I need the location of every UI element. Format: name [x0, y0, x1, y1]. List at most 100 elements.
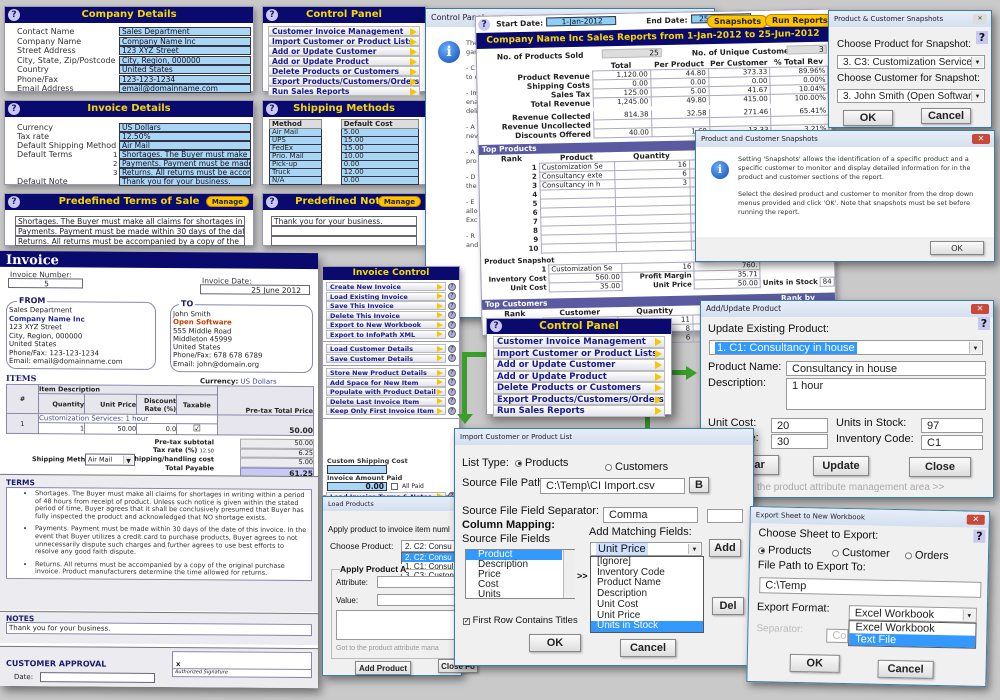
amount-paid-field[interactable]: 0.00: [327, 481, 387, 491]
help-icon[interactable]: ?: [448, 320, 456, 329]
taxable-checkbox[interactable]: ☑: [176, 423, 218, 435]
help-icon[interactable]: ?: [448, 311, 456, 319]
help-icon[interactable]: ?: [448, 368, 456, 377]
value-textarea[interactable]: [336, 610, 460, 640]
field-value[interactable]: Company Name Inc: [119, 36, 251, 46]
control-panel-button[interactable]: Run Sales Reports: [493, 405, 665, 417]
scrollbar[interactable]: [563, 550, 575, 598]
dropdown-option[interactable]: Unit Cost: [591, 599, 703, 611]
export-path-field[interactable]: C:\Temp: [759, 577, 982, 598]
method-cell[interactable]: N/A: [269, 176, 322, 185]
invoice-number-field[interactable]: 5: [8, 277, 83, 289]
close-icon[interactable]: ✕: [971, 304, 989, 314]
ok-button[interactable]: OK: [529, 634, 581, 652]
add-product-button[interactable]: Add Product: [355, 661, 411, 675]
unit-cost-field[interactable]: 20: [771, 418, 828, 433]
default-term-field[interactable]: Returns. All returns must be accompa: [119, 168, 251, 177]
help-icon[interactable]: ?: [448, 282, 456, 291]
update-button[interactable]: Update: [813, 456, 869, 476]
close-icon[interactable]: ✕: [972, 134, 990, 144]
note-item[interactable]: [271, 226, 417, 236]
help-icon[interactable]: ?: [448, 330, 456, 338]
help-icon[interactable]: ?: [266, 103, 278, 115]
currency-field[interactable]: US Dollars: [119, 123, 251, 132]
all-paid-checkbox[interactable]: [391, 482, 398, 490]
customer-radio[interactable]: [831, 549, 840, 557]
tax-rate-field[interactable]: 12.50%: [119, 132, 251, 141]
help-icon[interactable]: ?: [448, 292, 456, 300]
attribute-field[interactable]: [377, 576, 457, 588]
manage-notes-button[interactable]: Manage: [377, 196, 421, 207]
dropdown-option[interactable]: Units in Stock: [591, 621, 703, 632]
control-panel-button[interactable]: Add or Update Customer: [268, 46, 420, 56]
help-icon[interactable]: ?: [8, 9, 20, 21]
default-shipping-field[interactable]: Air Mail: [119, 141, 251, 150]
close-icon[interactable]: ✕: [973, 14, 987, 24]
products-radio[interactable]: [515, 459, 522, 467]
notes-field[interactable]: Thank you for your business.: [6, 621, 312, 637]
help-icon[interactable]: ?: [266, 196, 278, 208]
help-icon[interactable]: ?: [448, 397, 456, 405]
first-row-checkbox[interactable]: ✓: [463, 618, 470, 625]
help-icon[interactable]: ?: [448, 406, 456, 415]
help-icon[interactable]: ?: [976, 31, 988, 44]
invoice-control-button[interactable]: Export to InfoPath XML: [326, 329, 446, 339]
ok-button[interactable]: OK: [930, 241, 984, 255]
source-path-field[interactable]: C:\Temp\CI Import.csv: [540, 478, 685, 494]
approval-date-field[interactable]: [40, 672, 155, 683]
default-term-field[interactable]: Payments. Payment must be made w: [119, 159, 251, 168]
invoice-control-button[interactable]: Export to New Workbook: [326, 320, 446, 329]
help-icon[interactable]: ?: [8, 196, 20, 208]
invoice-control-button[interactable]: Delete Last Invoice Item: [326, 396, 446, 406]
browse-button[interactable]: B: [689, 477, 709, 493]
help-icon[interactable]: ?: [448, 354, 456, 362]
update-existing-select[interactable]: 1. C1: Consultancy in house ▼: [709, 340, 983, 355]
unit-price-field[interactable]: 30: [771, 434, 828, 449]
field-value[interactable]: 123-123-1234: [119, 74, 251, 84]
note-item[interactable]: [271, 236, 417, 246]
run-reports-button[interactable]: Run Reports: [765, 14, 835, 27]
help-icon[interactable]: ?: [978, 317, 990, 330]
field-value[interactable]: Sales Department: [119, 27, 251, 36]
signature-box[interactable]: x Authorized Signature: [172, 651, 312, 679]
cancel-button[interactable]: Cancel: [620, 639, 676, 657]
control-panel-button[interactable]: Add or Update Product: [268, 56, 420, 66]
products-radio[interactable]: [758, 546, 766, 554]
item-qty[interactable]: 1: [38, 422, 85, 434]
invoice-control-button[interactable]: Create New Invoice: [326, 282, 446, 291]
attribute-management-link[interactable]: Got to the product attribute management …: [727, 482, 944, 493]
help-icon[interactable]: ?: [448, 387, 456, 396]
control-panel-button[interactable]: Import Customer or Product Lists: [268, 36, 420, 46]
invoice-control-button[interactable]: Add Space for New Item: [326, 377, 446, 387]
source-field-option[interactable]: Units: [466, 590, 562, 599]
close-icon[interactable]: ✕: [966, 514, 985, 525]
note-item[interactable]: Thank you for your business.: [271, 216, 417, 226]
customers-radio[interactable]: [605, 463, 612, 471]
field-value[interactable]: 123 XYZ Street: [119, 46, 251, 55]
ok-button[interactable]: OK: [789, 653, 840, 673]
ok-button[interactable]: OK: [843, 110, 893, 126]
control-panel-button[interactable]: Delete Products or Customers: [268, 66, 420, 76]
invoice-control-button[interactable]: Save Customer Details: [326, 353, 446, 363]
separator-field[interactable]: Con: [826, 628, 849, 644]
invoice-control-button[interactable]: Keep Only First Invoice Item: [326, 406, 446, 415]
value-field[interactable]: [377, 594, 457, 606]
dropdown-option[interactable]: Text File: [849, 633, 976, 648]
term-item[interactable]: Shortages. The Buyer must make all claim…: [15, 216, 245, 226]
help-icon[interactable]: ?: [448, 344, 456, 353]
help-icon[interactable]: ?: [8, 103, 20, 115]
field-value[interactable]: email@domainname.com: [119, 84, 251, 93]
field-value[interactable]: United States: [119, 65, 251, 74]
cancel-button[interactable]: Cancel: [921, 108, 971, 124]
separator-select[interactable]: Comma: [603, 507, 698, 523]
invoice-control-button[interactable]: Delete This Invoice: [326, 310, 446, 320]
cancel-button[interactable]: Cancel: [877, 659, 934, 679]
help-icon[interactable]: ?: [490, 320, 502, 332]
invoice-control-button[interactable]: Populate with Product Detail: [326, 387, 446, 396]
invoice-control-button[interactable]: Store New Product Details: [326, 368, 446, 377]
orders-radio[interactable]: [904, 551, 913, 559]
item-discount[interactable]: 0.0: [136, 423, 177, 435]
control-panel-button[interactable]: Import Customer or Product Lists: [493, 347, 665, 359]
invoice-control-button[interactable]: Save This Invoice: [326, 301, 446, 310]
control-panel-button[interactable]: Run Sales Reports: [268, 86, 420, 96]
